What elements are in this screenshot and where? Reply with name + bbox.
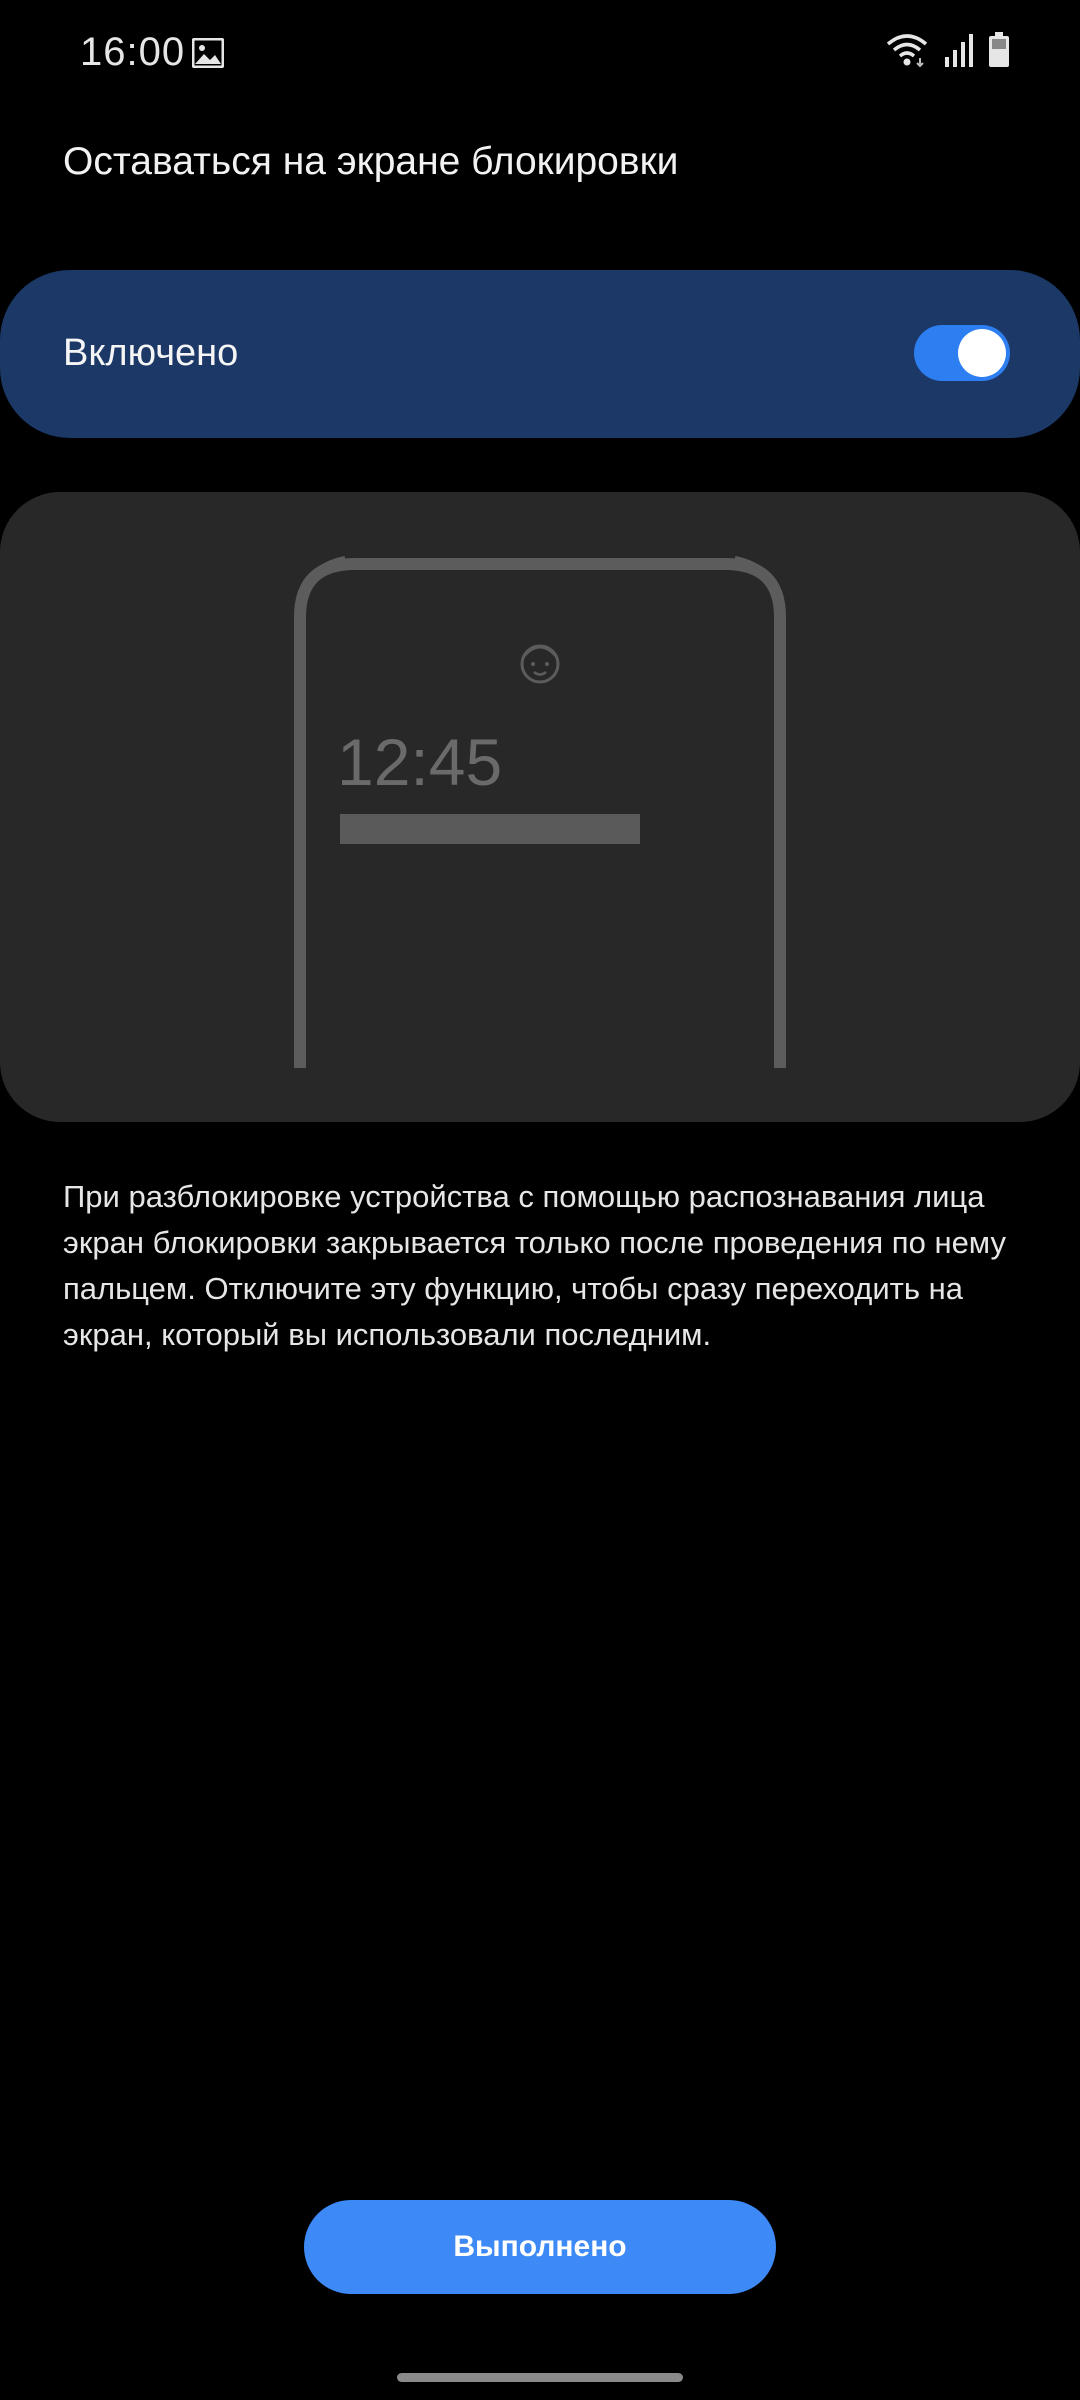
wifi-icon <box>884 32 930 73</box>
gallery-icon <box>191 37 225 69</box>
description-text: При разблокировке устройства с помощью р… <box>63 1179 1006 1352</box>
illustration-placeholder-bar <box>340 814 640 844</box>
illustration-clock: 12:45 <box>337 725 503 799</box>
toggle-switch[interactable] <box>914 325 1010 381</box>
status-bar: 16:00 <box>0 0 1080 110</box>
toggle-row[interactable]: Включено <box>0 270 1080 438</box>
status-time: 16:00 <box>80 30 186 74</box>
gesture-nav-handle[interactable] <box>397 2373 683 2382</box>
signal-icon <box>944 33 974 72</box>
face-icon <box>520 644 560 684</box>
illustration-card: 12:45 <box>0 492 1080 1122</box>
done-button[interactable]: Выполнено <box>304 2200 776 2294</box>
switch-knob <box>958 329 1006 377</box>
phone-outline-illustration <box>294 556 786 1068</box>
status-icons <box>884 32 1010 73</box>
toggle-label: Включено <box>63 332 239 374</box>
page-title: Оставаться на экране блокировки <box>63 140 679 183</box>
battery-icon <box>988 32 1010 73</box>
